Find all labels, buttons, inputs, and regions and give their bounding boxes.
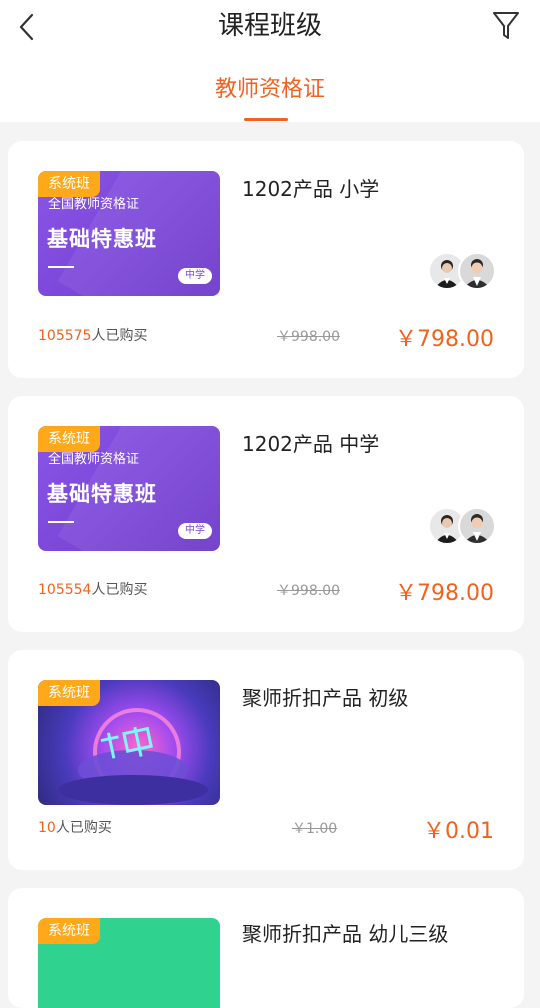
thumbnail-title: 基础特惠班 — [47, 482, 157, 506]
top-bar: 课程班级 教师资格证 — [0, 0, 540, 122]
page-title: 课程班级 — [217, 11, 322, 41]
current-price: ￥798.00 — [395, 581, 494, 606]
course-thumbnail: 系统班 — [38, 918, 220, 1008]
original-price: ￥998.00 — [277, 329, 340, 345]
course-title: 聚师折扣产品 幼儿三级 — [242, 922, 449, 946]
teacher-avatars — [428, 252, 498, 290]
original-price: ￥1.00 — [292, 821, 338, 837]
buyers-count: 105575人已购买 — [38, 328, 148, 344]
course-title: 聚师折扣产品 初级 — [242, 686, 409, 710]
course-type-tag: 系统班 — [38, 680, 100, 706]
teacher-avatars — [428, 507, 498, 545]
thumbnail-divider — [48, 521, 74, 523]
original-price: ￥998.00 — [277, 583, 340, 599]
level-badge: 中学 — [178, 523, 212, 539]
filter-icon[interactable] — [492, 10, 520, 42]
course-title: 1202产品 中学 — [242, 432, 380, 456]
tab-active-indicator — [244, 118, 288, 121]
tab-teacher-certificate[interactable]: 教师资格证 — [0, 74, 540, 106]
buyers-count: 105554人已购买 — [38, 582, 148, 598]
course-type-tag: 系统班 — [38, 171, 100, 197]
course-thumbnail: 全国教师资格证 基础特惠班 中学 系统班 — [38, 171, 220, 296]
course-card[interactable]: 全国教师资格证 基础特惠班 中学 系统班 1202产品 中学 105554人已购… — [8, 396, 524, 632]
thumbnail-title: 基础特惠班 — [47, 227, 157, 251]
course-thumbnail: 系统班 — [38, 680, 220, 805]
course-type-tag: 系统班 — [38, 918, 100, 944]
course-card[interactable]: 系统班 聚师折扣产品 幼儿三级 — [8, 888, 524, 1008]
teacher-avatar — [458, 507, 496, 545]
buyers-count: 10人已购买 — [38, 820, 112, 836]
current-price: ￥0.01 — [423, 819, 494, 844]
current-price: ￥798.00 — [395, 327, 494, 352]
thumbnail-art — [58, 775, 208, 805]
course-card[interactable]: 系统班 聚师折扣产品 初级 10人已购买 ￥1.00 ￥0.01 — [8, 650, 524, 870]
level-badge: 中学 — [178, 268, 212, 284]
thumbnail-divider — [48, 266, 74, 268]
course-thumbnail: 全国教师资格证 基础特惠班 中学 系统班 — [38, 426, 220, 551]
course-type-tag: 系统班 — [38, 426, 100, 452]
course-title: 1202产品 小学 — [242, 177, 380, 201]
course-card[interactable]: 全国教师资格证 基础特惠班 中学 系统班 1202产品 小学 105575人已购… — [8, 141, 524, 378]
teacher-avatar — [458, 252, 496, 290]
